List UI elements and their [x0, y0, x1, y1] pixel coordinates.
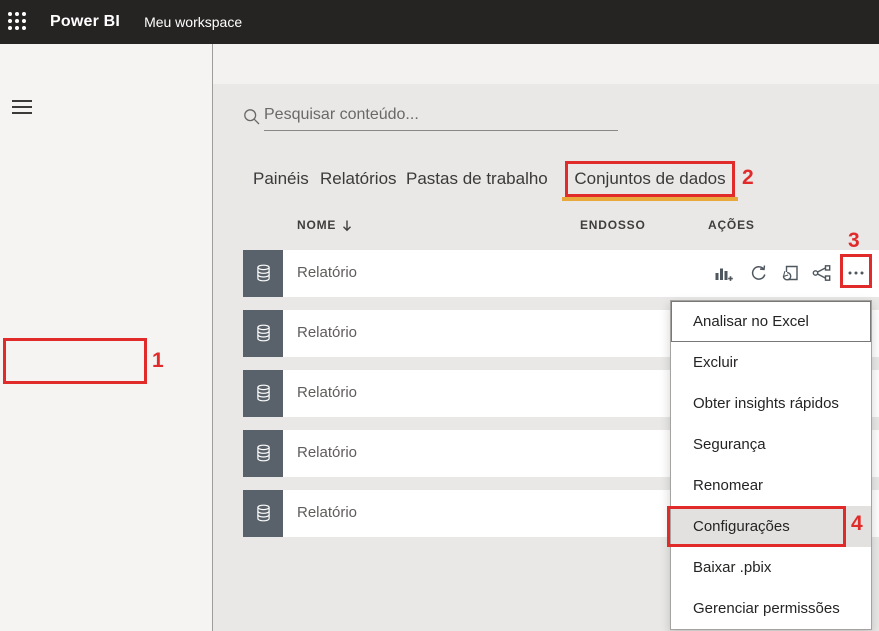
tab-paineis[interactable]: Painéis [253, 169, 309, 189]
menu-item-configuracoes[interactable]: Configurações [671, 506, 871, 547]
annotation-step-3: 3 [848, 229, 860, 253]
annotation-step-1: 1 [152, 349, 164, 373]
topbar-workspace-name[interactable]: Meu workspace [144, 14, 242, 30]
menu-item-renomear[interactable]: Renomear [671, 465, 871, 506]
dataset-icon [243, 250, 283, 297]
dataset-icon [243, 310, 283, 357]
share-icon[interactable] [811, 263, 831, 283]
search-underline [264, 130, 618, 131]
menu-item-excluir[interactable]: Excluir [671, 342, 871, 383]
menu-item-seguranca[interactable]: Segurança [671, 424, 871, 465]
table-row[interactable]: Relatório [243, 250, 879, 297]
powerbi-app-window: Power BI Meu workspace Página Inicial Fa… [0, 0, 879, 631]
dataset-icon [243, 490, 283, 537]
app-launcher-icon[interactable] [8, 12, 28, 32]
active-tab-underline [562, 197, 738, 201]
top-app-bar: Power BI Meu workspace [0, 0, 879, 44]
tab-conjuntos-de-dados[interactable]: Conjuntos de dados [574, 169, 725, 189]
dataset-icon [243, 430, 283, 477]
refresh-icon[interactable] [749, 263, 769, 283]
search-input[interactable]: Pesquisar conteúdo... [264, 106, 419, 124]
dataset-name[interactable]: Relatório [297, 324, 357, 341]
menu-item-analisar-no-excel[interactable]: Analisar no Excel [671, 301, 871, 342]
dataset-name[interactable]: Relatório [297, 444, 357, 461]
annotation-step-2: 2 [742, 166, 754, 190]
more-options-icon[interactable] [846, 263, 866, 283]
dataset-name[interactable]: Relatório [297, 384, 357, 401]
menu-item-baixar-pbix[interactable]: Baixar .pbix [671, 547, 871, 588]
brand-logo[interactable]: Power BI [50, 13, 120, 31]
dataset-name[interactable]: Relatório [297, 504, 357, 521]
column-header-label: AÇÕES [708, 218, 755, 232]
column-header-acoes: AÇÕES [708, 218, 755, 232]
hamburger-menu-icon[interactable] [12, 100, 32, 116]
sort-arrow-down-icon [341, 219, 353, 232]
annotation-box-step2: Conjuntos de dados [565, 161, 735, 197]
tab-pastas-de-trabalho[interactable]: Pastas de trabalho [406, 169, 548, 189]
navigation-sidebar [0, 44, 213, 631]
dataset-name[interactable]: Relatório [297, 264, 357, 281]
annotation-step-4: 4 [851, 512, 863, 536]
search-icon [243, 108, 260, 125]
create-report-icon[interactable] [713, 263, 733, 283]
refresh-schedule-icon[interactable] [781, 263, 801, 283]
dataset-context-menu: Analisar no Excel Excluir Obter insights… [670, 300, 872, 630]
column-header-label: ENDOSSO [580, 218, 646, 232]
content-top-band [213, 44, 879, 84]
menu-item-gerenciar-permissoes[interactable]: Gerenciar permissões [671, 588, 871, 629]
menu-item-obter-insights-rapidos[interactable]: Obter insights rápidos [671, 383, 871, 424]
dataset-icon [243, 370, 283, 417]
column-header-endosso[interactable]: ENDOSSO [580, 218, 646, 232]
tab-relatorios[interactable]: Relatórios [320, 169, 397, 189]
column-header-label: NOME [297, 218, 336, 232]
column-header-nome[interactable]: NOME [297, 218, 353, 232]
